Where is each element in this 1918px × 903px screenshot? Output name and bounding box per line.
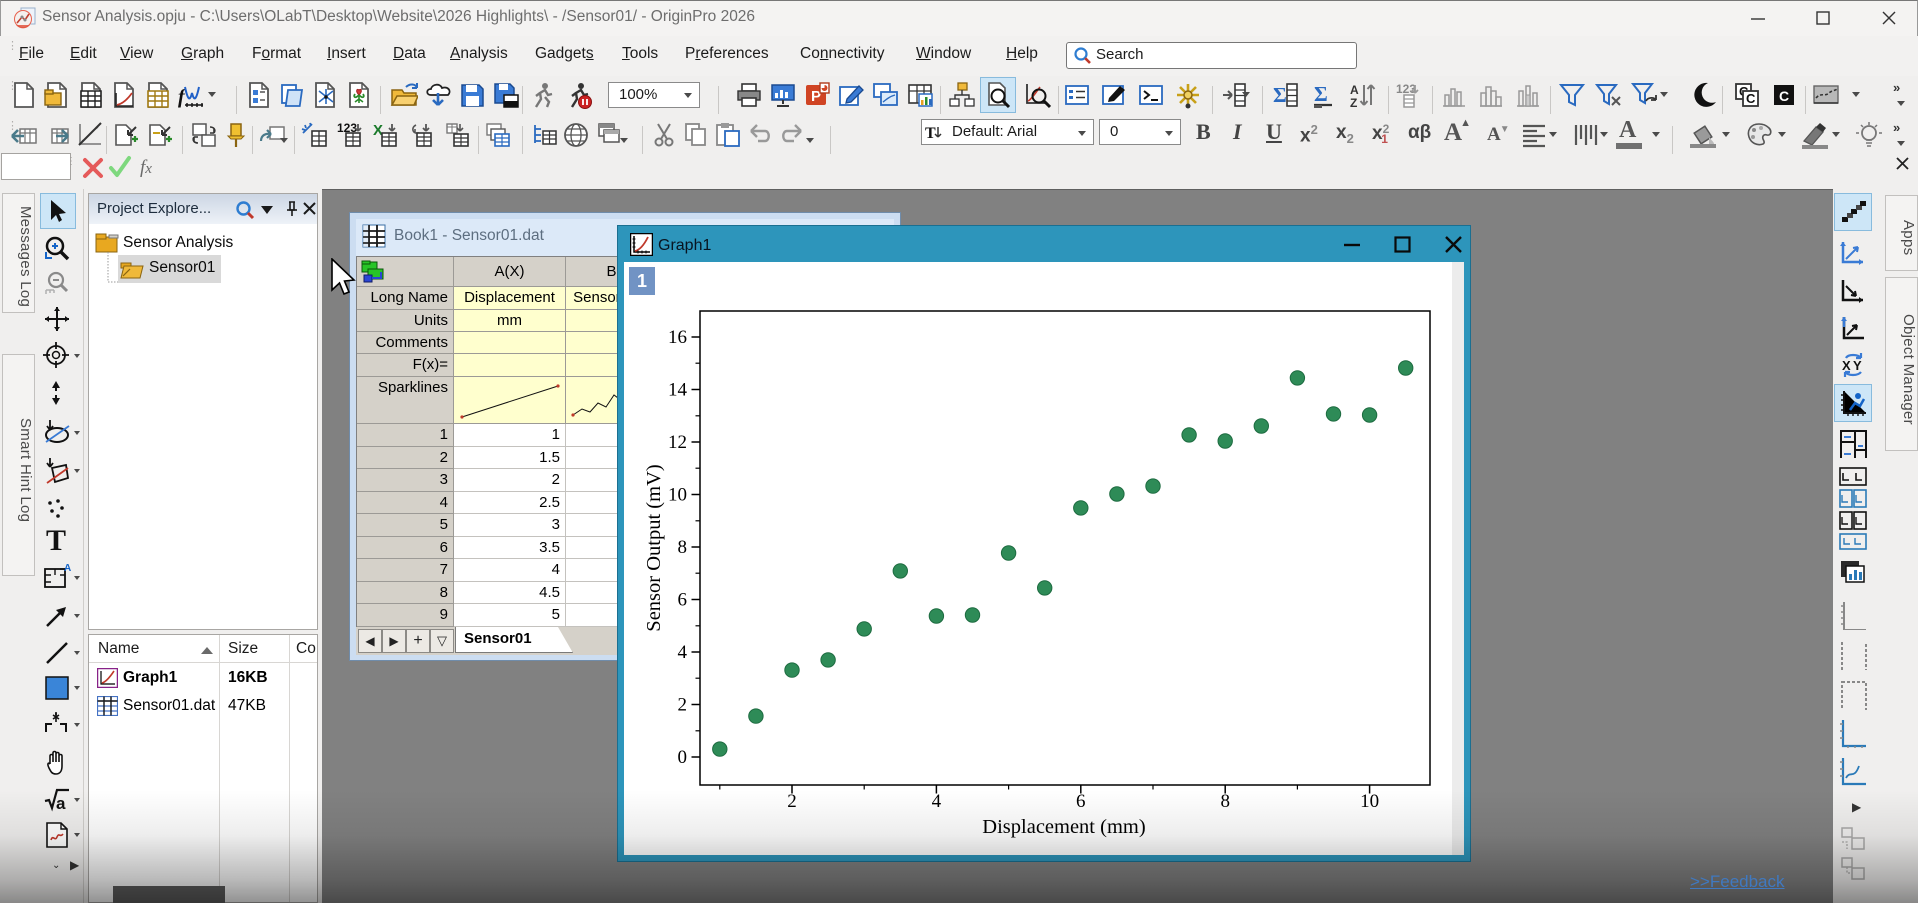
svg-text:10: 10 [668, 485, 687, 506]
svg-text:6: 6 [1076, 791, 1086, 812]
svg-text:4: 4 [932, 791, 942, 812]
svg-text:Z: Z [1350, 96, 1357, 109]
svg-text:0: 0 [678, 747, 688, 768]
svg-text:123: 123 [1396, 82, 1416, 96]
svg-text:Y: Y [1853, 358, 1862, 373]
svg-text:A: A [1350, 83, 1359, 97]
svg-text:X: X [1842, 358, 1851, 373]
svg-text:Sensor Output (mV): Sensor Output (mV) [643, 464, 665, 631]
svg-text:8: 8 [678, 537, 688, 558]
svg-text:C: C [1746, 91, 1756, 106]
svg-text:C: C [1779, 88, 1789, 104]
svg-text:16: 16 [668, 327, 687, 348]
svg-text:14: 14 [668, 380, 688, 401]
svg-text:T: T [925, 125, 936, 142]
svg-text:2: 2 [787, 791, 797, 812]
svg-text:8: 8 [1220, 791, 1230, 812]
svg-text:12: 12 [668, 432, 687, 453]
svg-text:a: a [56, 794, 66, 813]
svg-text:4: 4 [678, 642, 688, 663]
svg-text:Displacement (mm): Displacement (mm) [982, 816, 1145, 838]
svg-text:6: 6 [678, 590, 688, 611]
svg-text:Σ: Σ [1314, 82, 1328, 106]
svg-text:2: 2 [678, 695, 688, 716]
svg-text:Σ: Σ [1273, 83, 1287, 107]
svg-text:A: A [64, 563, 71, 574]
svg-text:10: 10 [1360, 791, 1379, 812]
